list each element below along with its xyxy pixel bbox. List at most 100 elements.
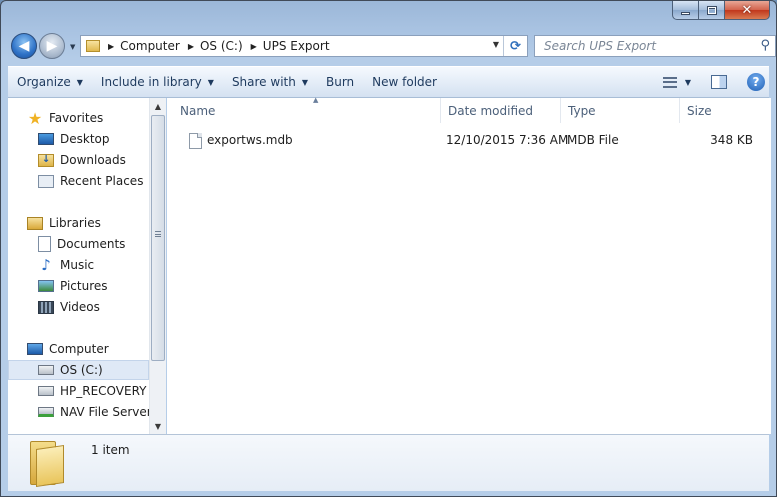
maximize-icon xyxy=(706,5,717,15)
details-pane: 1 item xyxy=(8,434,769,491)
minimize-button[interactable] xyxy=(672,1,699,20)
computer-icon xyxy=(27,343,43,355)
column-header-label: Date modified xyxy=(448,103,534,118)
sidebar-item-computer[interactable]: Computer xyxy=(27,339,109,359)
sidebar-item-hp-recovery[interactable]: HP_RECOVERY (D xyxy=(38,381,149,401)
help-icon[interactable]: ? xyxy=(747,73,765,91)
sort-ascending-icon: ▲ xyxy=(313,96,319,104)
pictures-icon xyxy=(38,280,54,292)
sidebar-item-recent-places[interactable]: Recent Places xyxy=(38,171,143,191)
organize-label: Organize xyxy=(17,75,71,89)
refresh-button[interactable]: ⟳ xyxy=(503,36,527,56)
back-button[interactable]: ◀ xyxy=(11,33,37,59)
downloads-folder-icon xyxy=(38,153,54,167)
folder-icon xyxy=(86,40,100,52)
breadcrumb-arrow-icon[interactable]: ▶ xyxy=(188,42,194,51)
sidebar-item-label: Desktop xyxy=(60,132,110,146)
breadcrumb-arrow-icon[interactable]: ▶ xyxy=(108,42,114,51)
music-note-icon: ♪ xyxy=(41,256,51,274)
organize-button[interactable]: Organize ▼ xyxy=(8,75,92,89)
preview-pane-icon[interactable] xyxy=(711,75,727,89)
scroll-down-icon[interactable]: ▼ xyxy=(150,418,166,434)
sidebar-item-videos[interactable]: Videos xyxy=(38,297,100,317)
sidebar-item-desktop[interactable]: Desktop xyxy=(38,129,110,149)
sidebar-item-label: OS (C:) xyxy=(60,363,103,377)
libraries-icon xyxy=(27,216,43,230)
sidebar-item-documents[interactable]: Documents xyxy=(38,234,125,254)
sidebar-item-music[interactable]: ♪ Music xyxy=(38,255,94,275)
navigation-scrollbar[interactable]: ▲ ▼ xyxy=(149,98,166,434)
sidebar-item-label: Favorites xyxy=(49,111,104,125)
sidebar-item-label: Downloads xyxy=(60,153,126,167)
chevron-down-icon: ▼ xyxy=(207,77,214,87)
file-icon xyxy=(189,133,202,149)
breadcrumb-arrow-icon[interactable]: ▶ xyxy=(251,42,257,51)
explorer-window: ✕ ◀ ▶ ▼ ▶ Computer ▶ OS (C:) ▶ UPS Expor… xyxy=(0,0,777,497)
drive-icon xyxy=(38,365,54,375)
column-header-type[interactable]: Type xyxy=(561,98,680,123)
navigation-tree: ★ Favorites Desktop Downloads Recent Pla… xyxy=(8,98,149,434)
file-list: Name ▲ Date modified Type Size exportws.… xyxy=(167,96,771,434)
forward-button[interactable]: ▶ xyxy=(39,33,65,59)
sidebar-item-label: NAV File Server (I xyxy=(60,405,149,419)
sidebar-item-os-c[interactable]: OS (C:) xyxy=(8,360,149,380)
recent-places-icon xyxy=(38,174,54,188)
sidebar-item-nav-file-server[interactable]: NAV File Server (I xyxy=(38,402,149,422)
search-input[interactable]: Search UPS Export ⚲ xyxy=(534,35,776,57)
command-toolbar: Organize ▼ Include in library ▼ Share wi… xyxy=(8,66,769,98)
close-button[interactable]: ✕ xyxy=(725,1,770,20)
sidebar-item-label: Music xyxy=(60,258,95,272)
file-type: MDB File xyxy=(567,133,619,147)
new-folder-label: New folder xyxy=(372,75,437,89)
refresh-icon: ⟳ xyxy=(510,38,521,54)
sidebar-item-label: Documents xyxy=(57,237,126,251)
change-view-icon[interactable] xyxy=(662,76,677,88)
minimize-icon xyxy=(681,12,690,15)
scroll-thumb[interactable] xyxy=(151,115,165,361)
sidebar-item-label: Libraries xyxy=(49,216,101,230)
sidebar-item-downloads[interactable]: Downloads xyxy=(38,150,126,170)
sidebar-item-label: Recent Places xyxy=(60,174,144,188)
folder-icon xyxy=(30,441,66,487)
address-bar[interactable]: ▶ Computer ▶ OS (C:) ▶ UPS Export ▼ ⟳ xyxy=(80,35,528,57)
navigation-bar: ◀ ▶ ▼ ▶ Computer ▶ OS (C:) ▶ UPS Export … xyxy=(9,32,776,60)
column-header-label: Type xyxy=(568,103,596,118)
column-header-size[interactable]: Size xyxy=(680,98,762,123)
sidebar-item-pictures[interactable]: Pictures xyxy=(38,276,108,296)
search-icon[interactable]: ⚲ xyxy=(760,38,770,53)
scroll-up-icon[interactable]: ▲ xyxy=(150,98,166,114)
breadcrumb-os-c[interactable]: OS (C:) xyxy=(200,39,243,53)
search-placeholder: Search UPS Export xyxy=(544,39,657,53)
breadcrumb-computer[interactable]: Computer xyxy=(120,39,180,53)
maximize-button[interactable] xyxy=(699,1,725,20)
file-date-modified: 12/10/2015 7:36 AM xyxy=(446,133,569,147)
breadcrumb-ups-export[interactable]: UPS Export xyxy=(263,39,330,53)
column-header-date-modified[interactable]: Date modified xyxy=(441,98,561,123)
sidebar-item-libraries[interactable]: Libraries xyxy=(27,213,101,233)
recent-pages-dropdown-icon[interactable]: ▼ xyxy=(70,43,75,51)
chevron-down-icon: ▼ xyxy=(76,77,83,87)
forward-arrow-icon: ▶ xyxy=(46,38,58,54)
sidebar-item-favorites[interactable]: ★ Favorites xyxy=(27,108,103,128)
close-icon: ✕ xyxy=(741,2,753,18)
view-options-dropdown-icon[interactable]: ▼ xyxy=(685,78,691,87)
new-folder-button[interactable]: New folder xyxy=(363,75,446,89)
share-with-button[interactable]: Share with ▼ xyxy=(223,75,317,89)
grip-icon xyxy=(155,231,161,237)
sidebar-item-label: Computer xyxy=(49,342,109,356)
column-header-label: Size xyxy=(687,103,712,118)
include-in-library-label: Include in library xyxy=(100,75,202,89)
drive-icon xyxy=(38,386,54,396)
caption-buttons: ✕ xyxy=(672,1,770,20)
sidebar-item-label: Pictures xyxy=(60,279,108,293)
include-in-library-button[interactable]: Include in library ▼ xyxy=(92,75,223,89)
address-dropdown-icon[interactable]: ▼ xyxy=(493,40,499,49)
column-header-name[interactable]: Name ▲ xyxy=(173,96,441,123)
file-row[interactable]: exportws.mdb 12/10/2015 7:36 AM MDB File… xyxy=(167,129,771,151)
chevron-down-icon: ▼ xyxy=(301,77,308,87)
toolbar-right-group: ▼ ? xyxy=(662,67,769,97)
network-drive-icon xyxy=(38,407,54,417)
item-count: 1 item xyxy=(91,443,130,457)
burn-button[interactable]: Burn xyxy=(317,75,363,89)
desktop-icon xyxy=(38,133,54,145)
